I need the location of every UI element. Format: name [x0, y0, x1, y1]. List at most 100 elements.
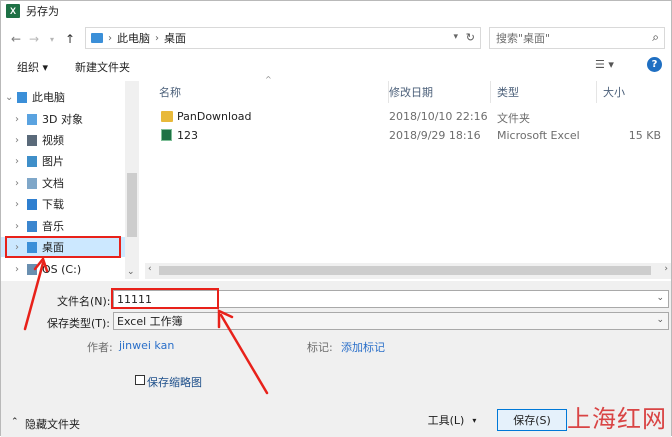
- chevron-right-icon[interactable]: ›: [15, 156, 27, 167]
- address-bar[interactable]: › 此电脑 › 桌面 ▾ ↻: [85, 27, 481, 49]
- breadcrumb-this-pc[interactable]: 此电脑: [117, 30, 150, 46]
- highlight-box-desktop: [5, 236, 121, 258]
- chevron-right-icon: ›: [108, 32, 112, 44]
- file-size: 15 KB: [628, 129, 661, 142]
- pc-icon: [17, 91, 27, 103]
- chevron-right-icon[interactable]: ›: [15, 135, 27, 146]
- excel-file-icon: [161, 129, 172, 141]
- file-list: ^ 名称 修改日期 类型 大小 PanDownload 2018/10/10 2…: [141, 75, 671, 279]
- organize-button[interactable]: 组织 ▾: [17, 59, 48, 75]
- window-title: 另存为: [26, 5, 59, 18]
- title-bar: X 另存为: [1, 1, 671, 21]
- save-as-dialog: X 另存为 ← → ▾ ↑ › 此电脑 › 桌面 ▾ ↻ 搜索"桌面" ⌕ 组织…: [0, 0, 672, 437]
- file-row[interactable]: 123 2018/9/29 18:16 Microsoft Excel 15 K…: [141, 126, 671, 145]
- breadcrumb-desktop[interactable]: 桌面: [164, 30, 186, 46]
- chevron-down-icon: ▾: [472, 415, 477, 425]
- tools-button[interactable]: 工具(L) ▾: [421, 409, 483, 431]
- up-arrow-icon[interactable]: ↑: [61, 30, 79, 48]
- highlight-box-filename: [111, 288, 219, 309]
- tree-label: 图片: [42, 155, 64, 168]
- tree-item-pictures[interactable]: › 图片: [1, 151, 125, 171]
- documents-icon: [27, 177, 37, 189]
- save-thumbnail-checkbox[interactable]: [135, 375, 145, 385]
- author-label: 作者:: [87, 341, 113, 354]
- tree-label: 文档: [42, 177, 64, 190]
- author-value[interactable]: jinwei kan: [119, 339, 174, 352]
- file-row[interactable]: PanDownload 2018/10/10 22:16 文件夹: [141, 107, 671, 126]
- chevron-right-icon: ›: [155, 32, 159, 44]
- help-icon[interactable]: ?: [647, 57, 662, 72]
- filetype-select[interactable]: Excel 工作簿 ⌄: [113, 312, 669, 330]
- tree-scrollbar[interactable]: ⌄: [125, 81, 139, 279]
- search-placeholder: 搜索"桌面": [496, 32, 551, 45]
- file-name: 123: [177, 129, 198, 142]
- forward-arrow-icon[interactable]: →: [25, 30, 43, 48]
- file-type: Microsoft Excel: [497, 129, 580, 142]
- column-header-name[interactable]: 名称: [153, 81, 389, 103]
- chevron-up-icon[interactable]: ⌃: [11, 417, 19, 427]
- downloads-icon: [27, 198, 37, 210]
- tree-label: OS (C:): [42, 262, 82, 276]
- file-date: 2018/9/29 18:16: [389, 129, 481, 142]
- tree-item-os-drive[interactable]: › OS (C:): [1, 259, 125, 279]
- column-header-size[interactable]: 大小: [597, 81, 663, 103]
- tree-label: 3D 对象: [42, 113, 83, 126]
- save-thumbnail-label[interactable]: 保存缩略图: [147, 374, 202, 390]
- chevron-right-icon[interactable]: ›: [15, 178, 27, 189]
- tree-item-downloads[interactable]: › 下载: [1, 194, 125, 214]
- save-button[interactable]: 保存(S): [497, 409, 567, 431]
- scrollbar-thumb[interactable]: [159, 266, 651, 275]
- pc-icon: [91, 33, 103, 43]
- view-options-icon[interactable]: ☰ ▾: [595, 58, 614, 71]
- chevron-right-icon[interactable]: ›: [664, 264, 668, 274]
- tree-item-documents[interactable]: › 文档: [1, 173, 125, 193]
- list-horizontal-scrollbar[interactable]: ‹ ›: [145, 263, 671, 279]
- filetype-value: Excel 工作簿: [117, 315, 183, 328]
- add-tags-link[interactable]: 添加标记: [341, 339, 385, 355]
- column-header-date[interactable]: 修改日期: [383, 81, 491, 103]
- chevron-down-icon[interactable]: ⌄: [127, 267, 135, 277]
- tools-label: 工具(L): [427, 414, 465, 427]
- scrollbar-thumb[interactable]: [127, 173, 137, 237]
- tree-item-music[interactable]: › 音乐: [1, 216, 125, 236]
- navigation-row: ← → ▾ ↑ › 此电脑 › 桌面 ▾ ↻ 搜索"桌面" ⌕: [1, 27, 671, 51]
- watermark-logo: 上海红网: [567, 405, 667, 433]
- folder-icon: [161, 111, 173, 122]
- tree-item-3d-objects[interactable]: › 3D 对象: [1, 109, 125, 129]
- chevron-down-icon[interactable]: ⌄: [656, 293, 664, 303]
- file-type: 文件夹: [497, 112, 530, 125]
- chevron-right-icon[interactable]: ›: [15, 199, 27, 210]
- drive-icon: [27, 263, 37, 275]
- back-arrow-icon[interactable]: ←: [7, 30, 25, 48]
- chevron-down-icon[interactable]: ⌄: [5, 92, 17, 103]
- filetype-label: 保存类型(T):: [47, 317, 111, 330]
- tree-label: 音乐: [42, 220, 64, 233]
- file-name: PanDownload: [177, 110, 252, 123]
- recent-dropdown-icon[interactable]: ▾: [43, 30, 61, 48]
- 3d-objects-icon: [27, 113, 37, 125]
- new-folder-button[interactable]: 新建文件夹: [75, 59, 130, 75]
- chevron-down-icon[interactable]: ⌄: [656, 315, 664, 325]
- music-icon: [27, 220, 37, 232]
- chevron-down-icon[interactable]: ▾: [453, 32, 458, 42]
- chevron-right-icon[interactable]: ›: [15, 114, 27, 125]
- pictures-icon: [27, 155, 37, 167]
- tree-item-videos[interactable]: › 视频: [1, 130, 125, 150]
- search-input[interactable]: 搜索"桌面" ⌕: [489, 27, 665, 49]
- command-toolbar: 组织 ▾ 新建文件夹 ☰ ▾ ?: [1, 55, 671, 77]
- tree-item-this-pc[interactable]: ⌄ 此电脑: [1, 87, 125, 107]
- chevron-left-icon[interactable]: ‹: [148, 264, 152, 274]
- hide-folders-button[interactable]: 隐藏文件夹: [25, 416, 80, 432]
- tree-label: 此电脑: [32, 91, 65, 104]
- column-header-type[interactable]: 类型: [491, 81, 597, 103]
- tree-label: 视频: [42, 134, 64, 147]
- videos-icon: [27, 134, 37, 146]
- file-date: 2018/10/10 22:16: [389, 110, 488, 123]
- refresh-icon[interactable]: ↻: [466, 31, 475, 44]
- excel-app-icon: X: [6, 4, 20, 18]
- chevron-right-icon[interactable]: ›: [15, 264, 27, 275]
- filename-label: 文件名(N):: [57, 295, 111, 308]
- tags-label: 标记:: [307, 341, 333, 354]
- chevron-right-icon[interactable]: ›: [15, 221, 27, 232]
- tree-label: 下载: [42, 198, 64, 211]
